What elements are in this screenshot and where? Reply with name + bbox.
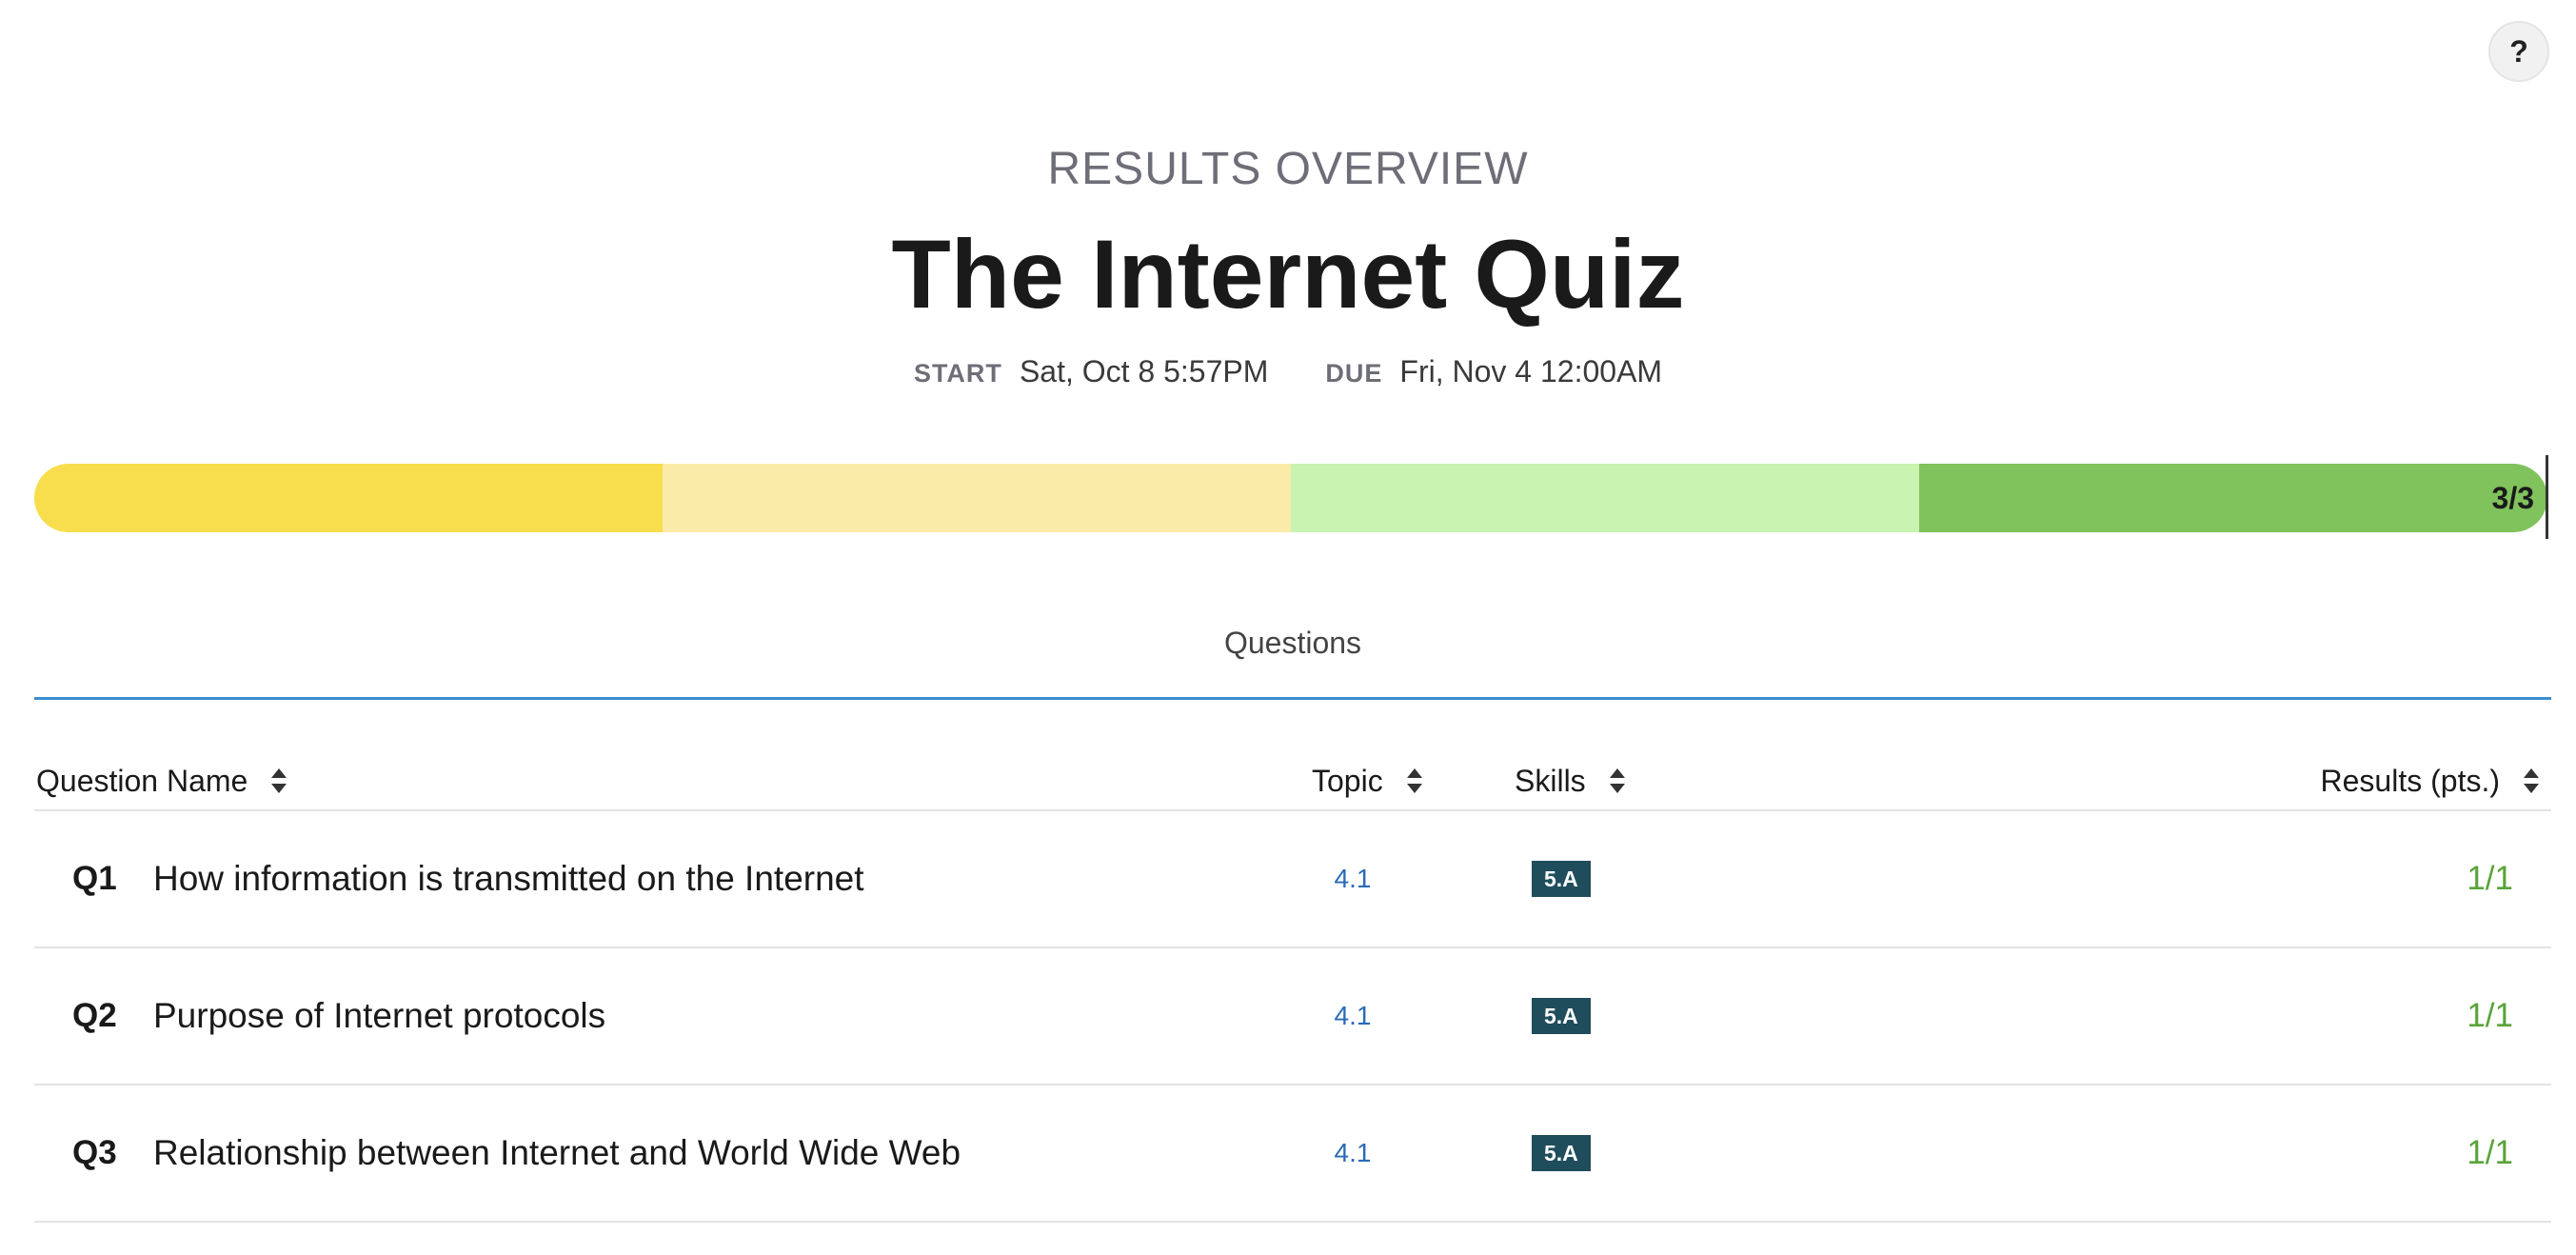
- question-name-link[interactable]: Purpose of Internet protocols: [153, 948, 605, 1084]
- skill-badge: 5.A: [1532, 1135, 1591, 1171]
- column-header-label: Question Name: [36, 764, 248, 798]
- question-result: 1/1: [2467, 1134, 2513, 1171]
- table-header: Question Name Topic Skills Results (pts.…: [34, 752, 2551, 811]
- topic-link[interactable]: 4.1: [1334, 811, 1372, 946]
- column-header-label: Skills: [1515, 764, 1586, 798]
- sort-icon: [270, 767, 287, 795]
- topic-link[interactable]: 4.1: [1334, 948, 1372, 1084]
- help-button[interactable]: ?: [2488, 21, 2549, 82]
- questions-table: Question Name Topic Skills Results (pts.…: [34, 752, 2551, 1223]
- question-number: Q1: [72, 860, 117, 897]
- table-row[interactable]: Q3 Relationship between Internet and Wor…: [34, 1086, 2551, 1223]
- skill-badge: 5.A: [1532, 861, 1591, 897]
- results-overview-page: ? RESULTS OVERVIEW The Internet Quiz STA…: [0, 0, 2576, 1255]
- table-row[interactable]: Q2 Purpose of Internet protocols 4.1 5.A…: [34, 948, 2551, 1086]
- progress-segment-4: 3/3: [1919, 464, 2547, 532]
- tab-questions[interactable]: Questions: [1224, 609, 1361, 676]
- tab-bar: Questions: [34, 609, 2551, 700]
- start-date: Sat, Oct 8 5:57PM: [1019, 354, 1269, 388]
- help-icon: ?: [2509, 33, 2528, 69]
- question-result: 1/1: [2467, 997, 2513, 1034]
- score-marker: [2546, 455, 2548, 539]
- column-header-skills[interactable]: Skills: [1515, 752, 1626, 809]
- start-label: START: [913, 359, 1002, 388]
- sort-icon: [1406, 767, 1423, 795]
- progress-segment-1: [34, 464, 663, 532]
- column-header-label: Results (pts.): [2320, 764, 2500, 798]
- sort-icon: [1609, 767, 1626, 795]
- score-progress-bar: 3/3: [34, 464, 2547, 532]
- sort-icon: [2523, 767, 2540, 795]
- progress-segment-2: [663, 464, 1291, 532]
- due-label: DUE: [1325, 359, 1383, 388]
- column-header-question-name[interactable]: Question Name: [36, 752, 287, 809]
- question-number: Q2: [72, 997, 117, 1034]
- skill-badge: 5.A: [1532, 998, 1591, 1034]
- score-label: 3/3: [2491, 481, 2534, 515]
- question-name-link[interactable]: How information is transmitted on the In…: [153, 811, 864, 946]
- question-name-link[interactable]: Relationship between Internet and World …: [153, 1086, 961, 1221]
- question-result: 1/1: [2467, 860, 2513, 897]
- page-title: The Internet Quiz: [891, 220, 1685, 329]
- column-header-label: Topic: [1312, 764, 1383, 798]
- page-eyebrow: RESULTS OVERVIEW: [1047, 144, 1529, 194]
- table-row[interactable]: Q1 How information is transmitted on the…: [34, 811, 2551, 948]
- progress-segment-3: [1291, 464, 1919, 532]
- column-header-topic[interactable]: Topic: [1312, 752, 1423, 809]
- due-date: Fri, Nov 4 12:00AM: [1399, 354, 1663, 388]
- quiz-dates: START Sat, Oct 8 5:57PM DUE Fri, Nov 4 1…: [0, 354, 2576, 389]
- question-number: Q3: [72, 1134, 117, 1171]
- topic-link[interactable]: 4.1: [1334, 1086, 1372, 1221]
- column-header-results[interactable]: Results (pts.): [2321, 752, 2540, 809]
